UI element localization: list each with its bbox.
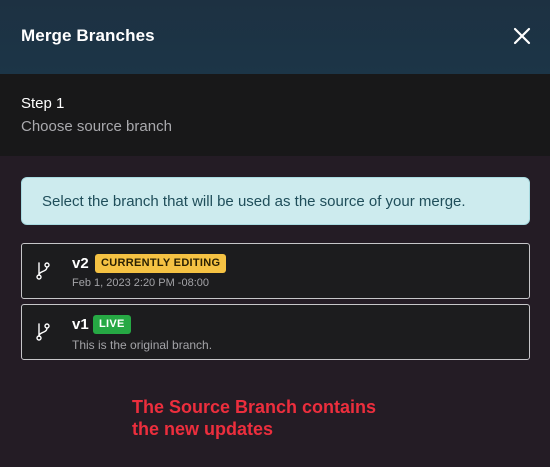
close-icon: [513, 27, 531, 45]
annotation-line-2: the new updates: [132, 419, 274, 439]
branch-name: v2: [72, 255, 89, 272]
step-description: Choose source branch: [21, 118, 172, 135]
dialog-body: Select the branch that will be used as t…: [0, 156, 550, 467]
info-banner: Select the branch that will be used as t…: [21, 177, 530, 225]
step-label: Step 1: [21, 95, 65, 112]
dialog-title: Merge Branches: [21, 26, 155, 45]
info-banner-text: Select the branch that will be used as t…: [42, 193, 466, 210]
dialog-header: Merge Branches: [0, 0, 550, 74]
branch-option-v1[interactable]: v1 LIVE This is the original branch.: [21, 304, 530, 360]
live-badge: LIVE: [93, 315, 131, 334]
annotation-line-1: The Source Branch contains: [132, 397, 377, 417]
close-button[interactable]: [510, 24, 534, 48]
branch-name: v1: [72, 316, 89, 333]
step-indicator: Step 1 Choose source branch: [0, 74, 550, 156]
branch-timestamp: Feb 1, 2023 2:20 PM -08:00: [72, 277, 209, 289]
annotation-note: The Source Branch contains the new updat…: [132, 396, 452, 440]
branch-option-v2[interactable]: v2 CURRENTLY EDITING Feb 1, 2023 2:20 PM…: [21, 243, 530, 299]
git-branch-icon: [36, 323, 50, 341]
branch-description: This is the original branch.: [72, 338, 213, 352]
merge-branches-dialog: Merge Branches Step 1 Choose source bran…: [0, 0, 550, 467]
git-branch-icon: [36, 262, 50, 280]
currently-editing-badge: CURRENTLY EDITING: [95, 254, 227, 273]
